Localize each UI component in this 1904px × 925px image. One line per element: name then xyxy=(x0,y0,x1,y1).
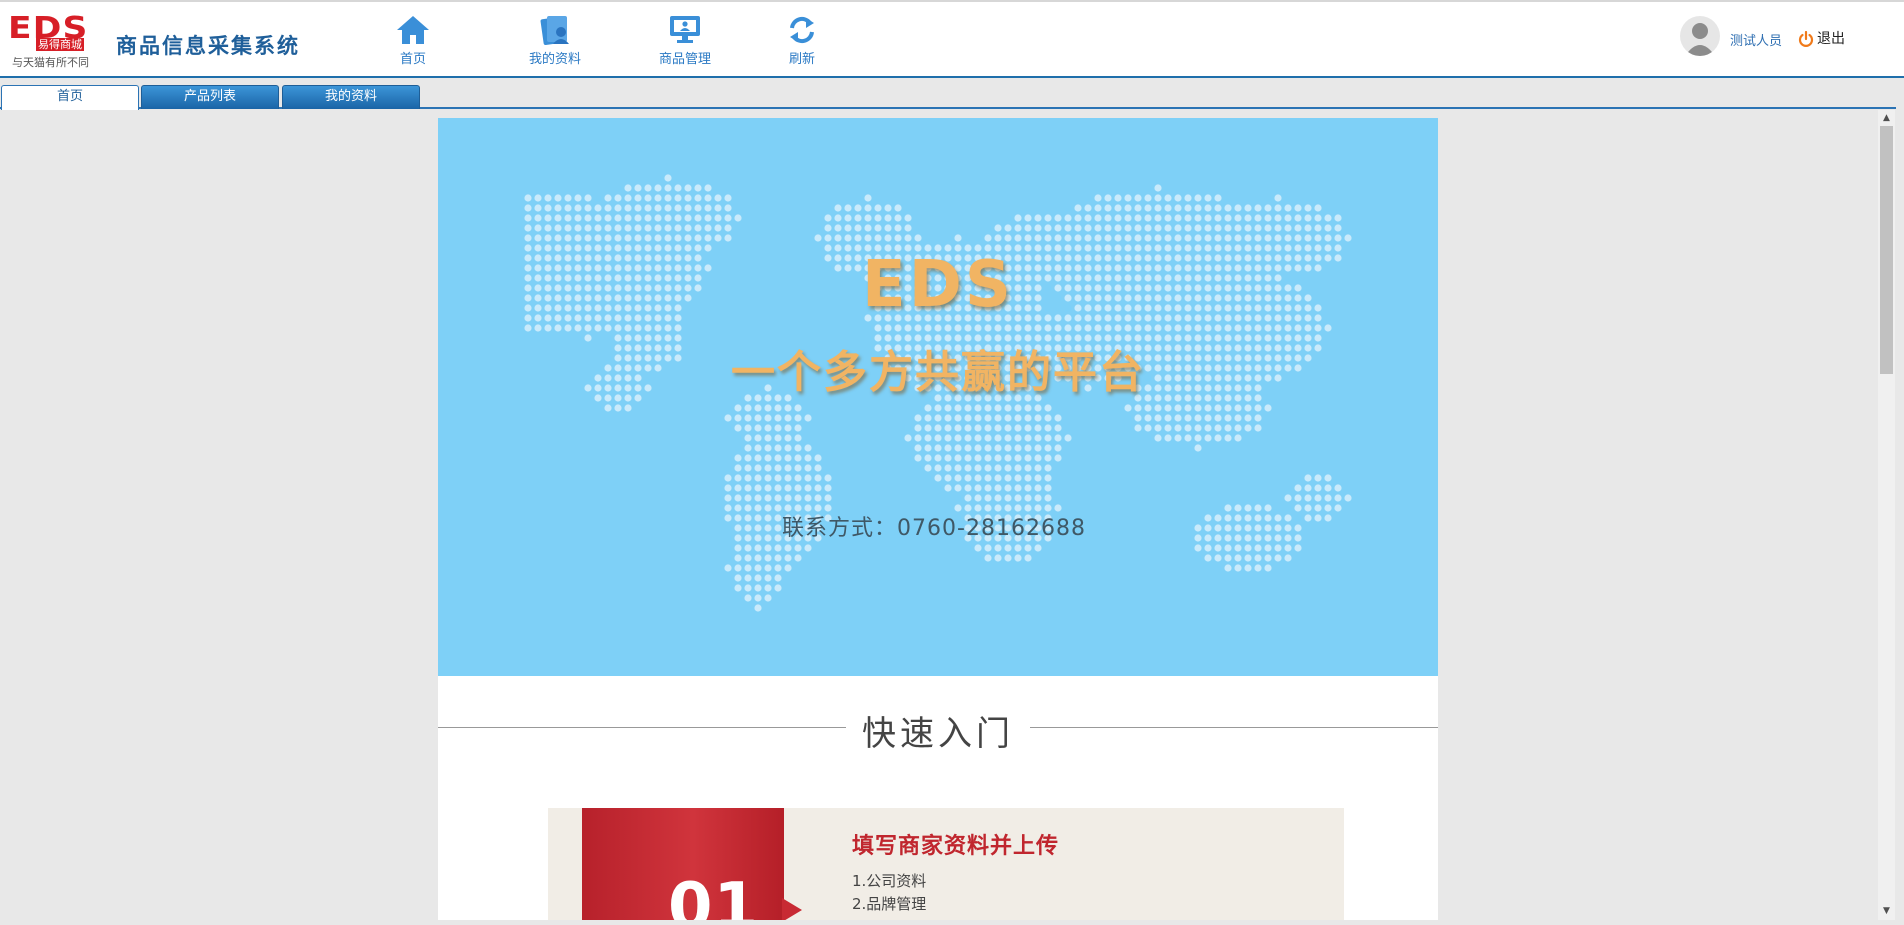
nav-refresh-label: 刷新 xyxy=(788,52,815,67)
main-content: EDS 一个多方共赢的平台 联系方式：0760-28162688 快速入门 01… xyxy=(438,118,1438,920)
quick-start-title: 快速入门 xyxy=(862,714,1014,754)
step-item[interactable]: 2.品牌管理 xyxy=(852,893,926,916)
nav-refresh[interactable]: 刷新 xyxy=(757,14,847,67)
nav-product-management[interactable]: 商品管理 xyxy=(640,14,730,67)
step-ribbon: 01 xyxy=(582,808,784,920)
nav-product-management-label: 商品管理 xyxy=(658,52,711,67)
home-icon xyxy=(397,16,429,44)
quick-start-header: 快速入门 xyxy=(438,706,1438,754)
logo-slogan: 与天猫有所不同 xyxy=(12,56,89,69)
banner: EDS 一个多方共赢的平台 联系方式：0760-28162688 xyxy=(438,118,1438,676)
refresh-icon xyxy=(790,16,814,44)
ribbon-arrow xyxy=(782,898,802,920)
logo-chinese-name: 易得商城 xyxy=(36,38,84,51)
nav-home[interactable]: 首页 xyxy=(368,14,458,67)
step-card: 01 填写商家资料并上传 1.公司资料 2.品牌管理 xyxy=(548,808,1344,920)
vertical-scrollbar[interactable]: ▲ ▼ xyxy=(1878,110,1895,920)
profile-docs-icon xyxy=(540,16,569,46)
user-avatar-icon xyxy=(1685,23,1715,56)
step-item[interactable]: 1.公司资料 xyxy=(852,870,926,893)
tab-home[interactable]: 首页 xyxy=(1,85,139,110)
step-number: 01 xyxy=(668,870,760,920)
logo: EDS 易得商城 与天猫有所不同 xyxy=(8,14,94,70)
tab-product-list[interactable]: 产品列表 xyxy=(141,85,279,109)
nav-home-label: 首页 xyxy=(399,52,426,67)
monitor-user-icon xyxy=(670,16,700,43)
logout-label: 退出 xyxy=(1817,31,1845,47)
step-heading: 填写商家资料并上传 xyxy=(852,834,1060,859)
scroll-down-arrow[interactable]: ▼ xyxy=(1878,903,1895,920)
power-icon xyxy=(1798,31,1814,47)
scroll-up-arrow[interactable]: ▲ xyxy=(1878,110,1895,127)
banner-contact: 联系方式：0760-28162688 xyxy=(782,516,1086,541)
step-list: 1.公司资料 2.品牌管理 xyxy=(852,870,926,916)
system-title: 商品信息采集系统 xyxy=(116,34,300,58)
avatar xyxy=(1680,16,1720,56)
nav-my-profile-label: 我的资料 xyxy=(528,52,581,67)
user-name[interactable]: 测试人员 xyxy=(1730,30,1782,49)
tab-my-profile[interactable]: 我的资料 xyxy=(282,85,420,109)
banner-slogan: 一个多方共赢的平台 xyxy=(731,347,1145,398)
logout-button[interactable]: 退出 xyxy=(1798,28,1845,48)
top-header: EDS 易得商城 与天猫有所不同 商品信息采集系统 首页 我的资料 商品管理 刷… xyxy=(0,0,1904,78)
tab-bar: 首页 产品列表 我的资料 xyxy=(0,83,1896,110)
banner-title: EDS xyxy=(862,248,1014,322)
scrollbar-thumb[interactable] xyxy=(1880,126,1893,374)
nav-my-profile[interactable]: 我的资料 xyxy=(510,14,600,67)
